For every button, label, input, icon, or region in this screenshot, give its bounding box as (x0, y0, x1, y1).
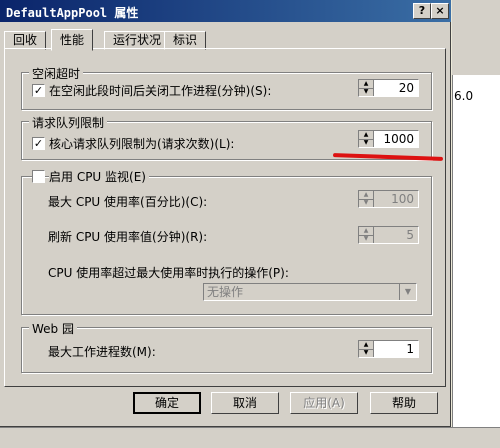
cpu-action-select[interactable]: 无操作 ▼ (203, 283, 417, 301)
tab-performance[interactable]: 性能 (51, 29, 94, 51)
max-processes-input[interactable]: ▲ ▼ 1 (358, 340, 419, 358)
spin-down-icon[interactable]: ▼ (359, 199, 373, 207)
idle-timeout-input[interactable]: ▲ ▼ 20 (358, 79, 419, 97)
background-statusbar (0, 427, 500, 448)
window-title: DefaultAppPool 属性 (6, 6, 139, 20)
spin-down-icon[interactable]: ▼ (359, 88, 373, 96)
dropdown-arrow-icon[interactable]: ▼ (399, 284, 416, 300)
max-processes-value: 1 (406, 342, 414, 356)
cpu-monitor-label: 启用 CPU 监视(E) (49, 168, 149, 185)
max-cpu-label: 最大 CPU 使用率(百分比)(C): (48, 195, 208, 209)
cpu-monitor-checkbox[interactable] (32, 170, 45, 183)
help-title-button[interactable]: ? (413, 3, 431, 19)
web-garden-legend: Web 园 (29, 320, 77, 337)
request-queue-legend: 请求队列限制 (29, 114, 108, 131)
background-panel (452, 75, 500, 427)
refresh-cpu-spinner[interactable]: ▲ ▼ (359, 227, 374, 243)
max-cpu-spinner[interactable]: ▲ ▼ (359, 191, 374, 207)
title-bar[interactable]: DefaultAppPool 属性 ? × (0, 0, 451, 22)
idle-timeout-value: 20 (398, 81, 414, 95)
spin-down-icon[interactable]: ▼ (359, 235, 373, 243)
idle-timeout-legend: 空闲超时 (29, 65, 84, 82)
idle-timeout-checkbox[interactable]: ✓ (32, 84, 45, 97)
max-processes-spinner[interactable]: ▲ ▼ (359, 341, 374, 357)
request-queue-value: 1000 (383, 132, 414, 146)
request-queue-spinner[interactable]: ▲ ▼ (359, 131, 374, 147)
cancel-button[interactable]: 取消 (211, 392, 279, 414)
max-cpu-input[interactable]: ▲ ▼ 100 (358, 190, 419, 208)
help-button[interactable]: 帮助 (370, 392, 438, 414)
spin-down-icon[interactable]: ▼ (359, 349, 373, 357)
request-queue-input[interactable]: ▲ ▼ 1000 (358, 130, 419, 148)
spin-down-icon[interactable]: ▼ (359, 139, 373, 147)
refresh-cpu-input[interactable]: ▲ ▼ 5 (358, 226, 419, 244)
refresh-cpu-label: 刷新 CPU 使用率值(分钟)(R): (48, 230, 208, 244)
request-queue-label: 核心请求队列限制为(请求次数)(L): (49, 137, 235, 151)
close-title-button[interactable]: × (431, 3, 449, 19)
request-queue-checkbox[interactable]: ✓ (32, 137, 45, 150)
cpu-action-value: 无操作 (207, 285, 244, 299)
apply-button[interactable]: 应用(A) (290, 392, 358, 414)
cpu-action-label: CPU 使用率超过最大使用率时执行的操作(P): (48, 266, 289, 280)
properties-dialog: DefaultAppPool 属性 ? × 回收 性能 运行状况 标识 空闲超时… (0, 0, 451, 427)
idle-timeout-label: 在空闲此段时间后关闭工作进程(分钟)(S): (49, 84, 272, 98)
refresh-cpu-value: 5 (406, 228, 414, 242)
background-version-text: 6.0 (454, 89, 474, 103)
max-processes-label: 最大工作进程数(M): (48, 345, 156, 359)
idle-timeout-spinner[interactable]: ▲ ▼ (359, 80, 374, 96)
max-cpu-value: 100 (391, 192, 414, 206)
ok-button[interactable]: 确定 (133, 392, 201, 414)
